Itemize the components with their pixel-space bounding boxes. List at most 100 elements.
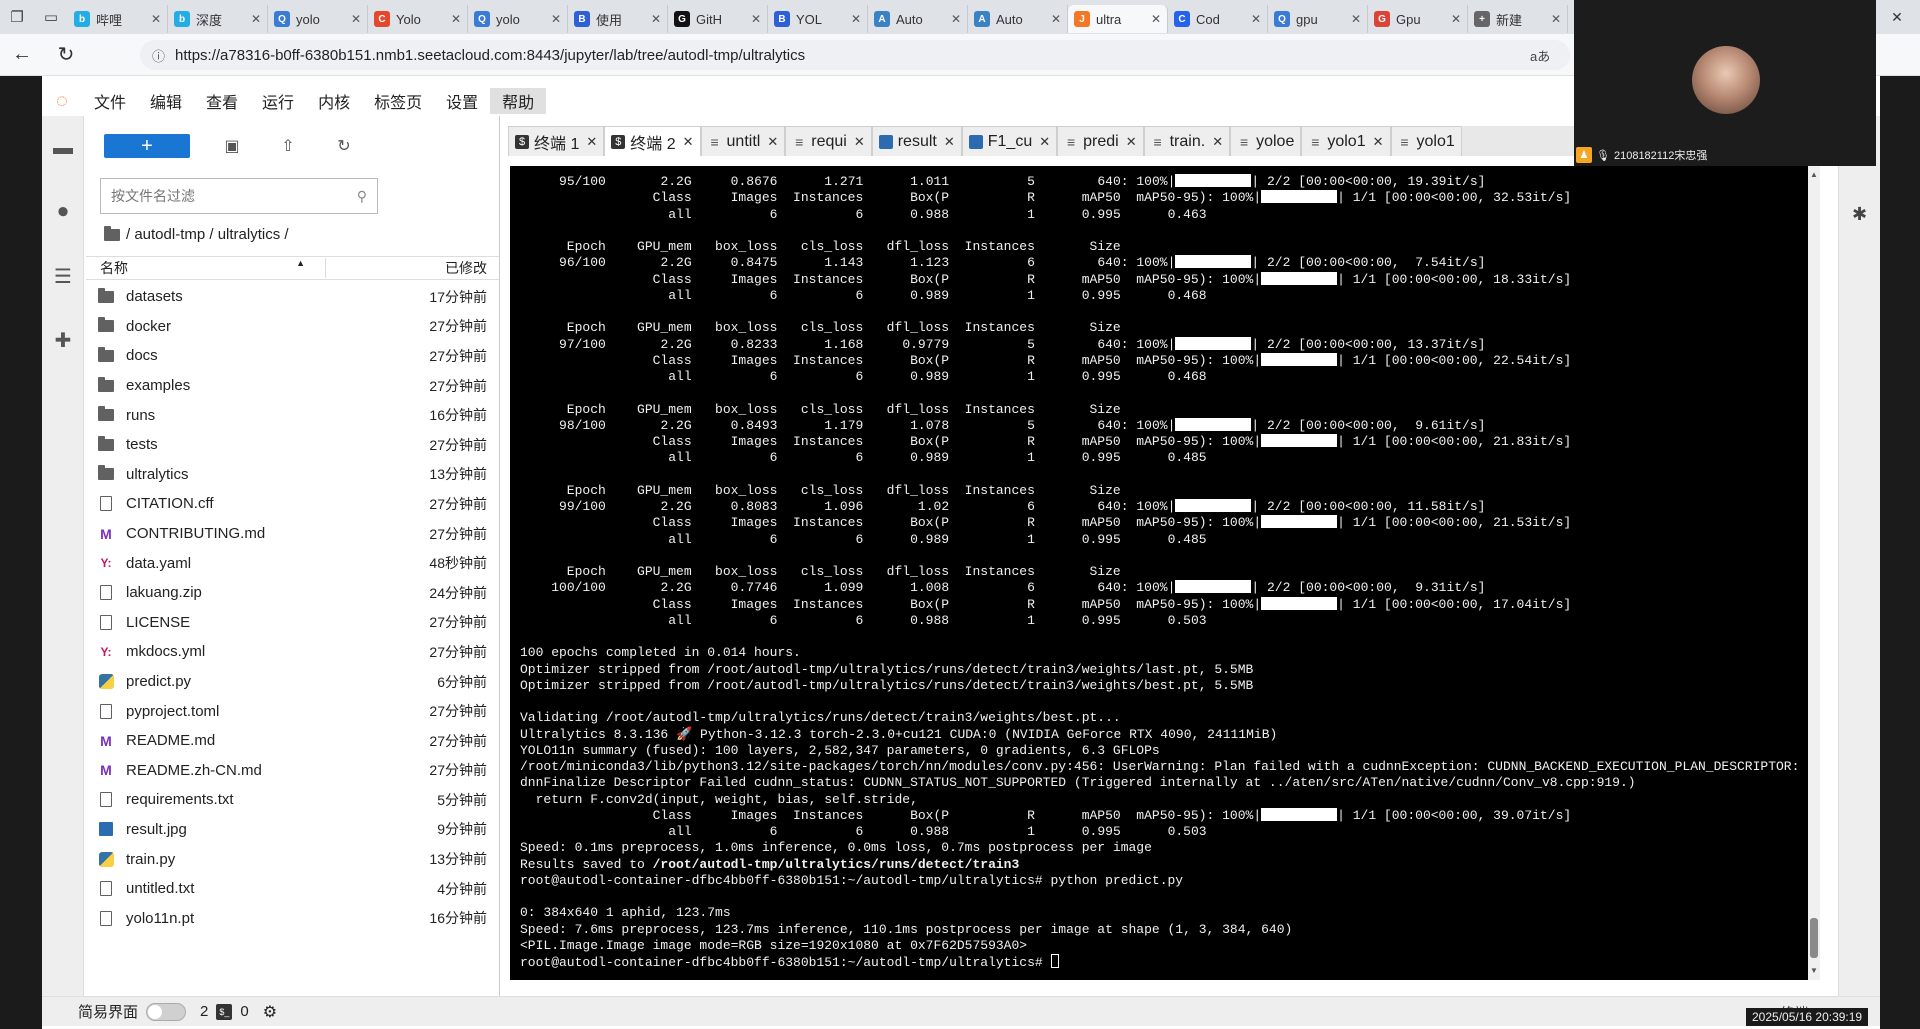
close-tab-icon[interactable]: ✕ bbox=[767, 134, 778, 150]
close-tab-icon[interactable]: ✕ bbox=[651, 12, 661, 26]
close-tab-icon[interactable]: ✕ bbox=[551, 12, 561, 26]
browser-tab[interactable]: Qyolo ✕ bbox=[468, 5, 568, 33]
kernel-count[interactable]: 2 $_ 0 bbox=[200, 1003, 249, 1020]
browser-tab[interactable]: Qgpu ✕ bbox=[1268, 5, 1368, 33]
close-tab-icon[interactable]: ✕ bbox=[586, 134, 597, 150]
running-icon[interactable]: ⏺ bbox=[42, 180, 84, 244]
close-tab-icon[interactable]: ✕ bbox=[1351, 12, 1361, 26]
close-tab-icon[interactable]: ✕ bbox=[1451, 12, 1461, 26]
column-modified[interactable]: 已修改 bbox=[326, 258, 499, 278]
close-tab-icon[interactable]: ✕ bbox=[1212, 134, 1223, 150]
file-row[interactable]: predict.py 6分钟前 bbox=[86, 667, 499, 697]
scroll-down-icon[interactable]: ▼ bbox=[1808, 966, 1820, 975]
file-row[interactable]: pyproject.toml 27分钟前 bbox=[86, 696, 499, 726]
browser-tab[interactable]: C Yolo ✕ bbox=[368, 5, 468, 33]
close-tab-icon[interactable]: ✕ bbox=[683, 134, 694, 150]
close-tab-icon[interactable]: ✕ bbox=[854, 134, 865, 150]
site-info-icon[interactable]: ⓘ bbox=[152, 46, 165, 65]
simple-mode-toggle[interactable] bbox=[146, 1002, 187, 1021]
close-tab-icon[interactable]: ✕ bbox=[851, 12, 861, 26]
close-tab-icon[interactable]: ✕ bbox=[751, 12, 761, 26]
close-tab-icon[interactable]: ✕ bbox=[351, 12, 361, 26]
folder-icon[interactable]: ▬ bbox=[42, 116, 84, 180]
close-tab-icon[interactable]: ✕ bbox=[1251, 12, 1261, 26]
file-row[interactable]: M CONTRIBUTING.md 27分钟前 bbox=[86, 519, 499, 549]
debugger-bug-icon[interactable]: ✱ bbox=[1852, 204, 1867, 225]
close-window-icon[interactable]: ✕ bbox=[1874, 0, 1920, 34]
browser-tab[interactable]: Jultra ✕ bbox=[1068, 5, 1168, 33]
browser-tab[interactable]: Qyolo ✕ bbox=[268, 5, 368, 33]
menu-item[interactable]: 帮助 bbox=[490, 88, 547, 114]
file-row[interactable]: docker 27分钟前 bbox=[86, 312, 499, 342]
menu-item[interactable]: 标签页 bbox=[362, 88, 434, 114]
read-aloud-icon[interactable]: aあ bbox=[1530, 46, 1550, 65]
breadcrumb-path[interactable]: / autodl-tmp / ultralytics / bbox=[126, 226, 289, 243]
main-tab[interactable]: $ 终端 1 ✕ bbox=[508, 126, 605, 156]
new-folder-icon[interactable]: ▣ bbox=[218, 136, 246, 156]
terminal-scrollbar[interactable]: ▲ ▼ bbox=[1808, 166, 1820, 980]
main-tab[interactable]: ≡ untitl ✕ bbox=[700, 126, 786, 156]
file-row[interactable]: lakuang.zip 24分钟前 bbox=[86, 578, 499, 608]
close-tab-icon[interactable]: ✕ bbox=[951, 12, 961, 26]
scroll-up-icon[interactable]: ▲ bbox=[1808, 170, 1820, 179]
file-row[interactable]: docs 27分钟前 bbox=[86, 341, 499, 371]
menu-item[interactable]: 编辑 bbox=[138, 88, 194, 114]
file-row[interactable]: requirements.txt 5分钟前 bbox=[86, 785, 499, 815]
kernel-settings-icon[interactable]: ⚙ bbox=[263, 1002, 277, 1022]
file-row[interactable]: LICENSE 27分钟前 bbox=[86, 608, 499, 638]
file-row[interactable]: examples 27分钟前 bbox=[86, 371, 499, 401]
close-tab-icon[interactable]: ✕ bbox=[151, 12, 161, 26]
close-tab-icon[interactable]: ✕ bbox=[1373, 134, 1384, 150]
menu-item[interactable]: 查看 bbox=[194, 88, 250, 114]
file-row[interactable]: runs 16分钟前 bbox=[86, 400, 499, 430]
file-row[interactable]: M README.md 27分钟前 bbox=[86, 726, 499, 756]
terminal-panel[interactable]: 95/100 2.2G 0.8676 1.271 1.011 5 640: 10… bbox=[510, 166, 1808, 980]
main-tab[interactable]: F1_cu ✕ bbox=[961, 126, 1058, 156]
close-tab-icon[interactable]: ✕ bbox=[1039, 134, 1050, 150]
browser-tab[interactable]: A Auto ✕ bbox=[968, 5, 1068, 33]
toc-icon[interactable]: ☰ bbox=[42, 244, 84, 308]
close-tab-icon[interactable]: ✕ bbox=[451, 12, 461, 26]
close-tab-icon[interactable]: ✕ bbox=[1051, 12, 1061, 26]
menu-item[interactable]: 内核 bbox=[306, 88, 362, 114]
upload-icon[interactable]: ⇧ bbox=[274, 136, 302, 156]
browser-tab[interactable]: b 哔哩 ✕ bbox=[68, 5, 168, 33]
main-tab[interactable]: result ✕ bbox=[871, 126, 962, 156]
main-tab[interactable]: ≡ requi ✕ bbox=[785, 126, 872, 156]
workspaces-icon[interactable]: ❐ bbox=[0, 0, 34, 34]
main-tab[interactable]: $ 终端 2 ✕ bbox=[604, 126, 701, 156]
close-tab-icon[interactable]: ✕ bbox=[1551, 12, 1561, 26]
file-row[interactable]: ultralytics 13分钟前 bbox=[86, 460, 499, 490]
close-tab-icon[interactable]: ✕ bbox=[1126, 134, 1137, 150]
main-tab[interactable]: ≡ train. ✕ bbox=[1143, 126, 1231, 156]
folder-icon[interactable] bbox=[104, 225, 120, 241]
menu-item[interactable]: 文件 bbox=[82, 88, 138, 114]
file-row[interactable]: Y: data.yaml 48秒钟前 bbox=[86, 548, 499, 578]
close-tab-icon[interactable]: ✕ bbox=[251, 12, 261, 26]
close-tab-icon[interactable]: ✕ bbox=[944, 134, 955, 150]
file-row[interactable]: datasets 17分钟前 bbox=[86, 282, 499, 312]
menu-item[interactable]: 设置 bbox=[434, 88, 490, 114]
file-row[interactable]: untitled.txt 4分钟前 bbox=[86, 874, 499, 904]
browser-tab[interactable]: + 新建 ✕ bbox=[1468, 5, 1568, 33]
main-tab[interactable]: ≡ yolo1 bbox=[1390, 126, 1462, 156]
browser-tab[interactable]: G Gpu ✕ bbox=[1368, 5, 1468, 33]
file-row[interactable]: yolo11n.pt 16分钟前 bbox=[86, 903, 499, 933]
browser-tab[interactable]: B 使用 ✕ bbox=[568, 5, 668, 33]
refresh-icon[interactable]: ↻ bbox=[330, 136, 358, 156]
menu-item[interactable]: 运行 bbox=[250, 88, 306, 114]
reload-icon[interactable]: ↻ bbox=[44, 34, 88, 76]
file-row[interactable]: CITATION.cff 27分钟前 bbox=[86, 489, 499, 519]
tab-actions-icon[interactable]: ▭ bbox=[34, 0, 68, 34]
extensions-icon[interactable]: ✚ bbox=[42, 308, 84, 372]
file-row[interactable]: train.py 13分钟前 bbox=[86, 844, 499, 874]
file-row[interactable]: Y: mkdocs.yml 27分钟前 bbox=[86, 637, 499, 667]
browser-tab[interactable]: B YOL ✕ bbox=[768, 5, 868, 33]
main-tab[interactable]: ≡ yoloe bbox=[1230, 126, 1302, 156]
scroll-thumb[interactable] bbox=[1810, 918, 1818, 958]
main-tab[interactable]: ≡ yolo1 ✕ bbox=[1301, 126, 1391, 156]
back-icon[interactable]: ← bbox=[0, 34, 44, 76]
browser-tab[interactable]: G GitH ✕ bbox=[668, 5, 768, 33]
main-tab[interactable]: ≡ predi ✕ bbox=[1057, 126, 1144, 156]
file-row[interactable]: result.jpg 9分钟前 bbox=[86, 815, 499, 845]
